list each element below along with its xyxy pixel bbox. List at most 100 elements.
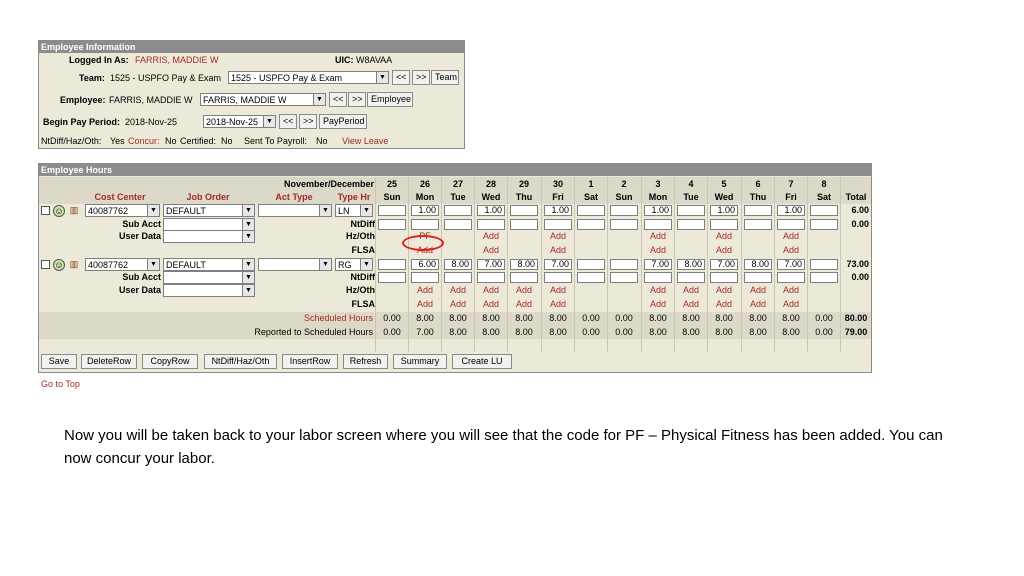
ntdiff-input[interactable]: [510, 219, 538, 230]
ntdiff-input[interactable]: [677, 219, 705, 230]
act-type-select[interactable]: ▼: [258, 204, 332, 217]
hzoth-add-link[interactable]: Add: [742, 284, 774, 297]
hzoth-add-link[interactable]: Add: [642, 230, 674, 243]
pay-period-select[interactable]: 2018-Nov-25 ▼: [203, 115, 276, 128]
ntdiff-input[interactable]: [544, 219, 572, 230]
hours-input[interactable]: 8.00: [510, 259, 538, 270]
hours-input[interactable]: [510, 205, 538, 216]
ntdiff-input[interactable]: [577, 219, 605, 230]
job-order-select[interactable]: DEFAULT ▼: [163, 258, 255, 271]
hours-input[interactable]: [610, 259, 638, 270]
hours-input[interactable]: 7.00: [777, 259, 805, 270]
flsa-add-link[interactable]: Add: [442, 298, 474, 311]
payperiod-button[interactable]: PayPeriod: [319, 114, 367, 129]
ntdiff-input[interactable]: [444, 219, 472, 230]
ntdiff-input[interactable]: [610, 272, 638, 283]
hours-input[interactable]: [378, 259, 406, 270]
hzoth-add-link[interactable]: Add: [708, 230, 740, 243]
flsa-add-link[interactable]: Add: [475, 298, 507, 311]
team-button[interactable]: Team: [431, 70, 459, 85]
flsa-add-link[interactable]: Add: [708, 244, 740, 257]
flsa-add-link[interactable]: Add: [742, 298, 774, 311]
team-prev-button[interactable]: <<: [392, 70, 410, 85]
flsa-add-link[interactable]: Add: [542, 244, 574, 257]
ntdiff-input[interactable]: [378, 272, 406, 283]
ntdiff-input[interactable]: [710, 219, 738, 230]
hzoth-add-link[interactable]: Add: [542, 230, 574, 243]
hours-input[interactable]: 1.00: [544, 205, 572, 216]
hzoth-add-link[interactable]: Add: [542, 284, 574, 297]
hours-input[interactable]: [744, 205, 772, 216]
user-data-icon[interactable]: ☺: [53, 205, 65, 217]
summary-button[interactable]: Summary: [393, 354, 447, 369]
pay-period-next-button[interactable]: >>: [299, 114, 317, 129]
pay-period-prev-button[interactable]: <<: [279, 114, 297, 129]
hours-input[interactable]: 1.00: [411, 205, 439, 216]
hzoth-add-link[interactable]: Add: [775, 284, 807, 297]
flsa-add-link[interactable]: Add: [775, 298, 807, 311]
team-select[interactable]: 1525 - USPFO Pay & Exam ▼: [228, 71, 389, 84]
flsa-add-link[interactable]: Add: [675, 298, 707, 311]
hours-input[interactable]: 8.00: [677, 259, 705, 270]
flsa-add-link[interactable]: Add: [775, 244, 807, 257]
type-hr-select[interactable]: RG ▼: [335, 258, 373, 271]
ntdiff-input[interactable]: [644, 272, 672, 283]
hzoth-add-link[interactable]: Add: [475, 230, 507, 243]
ntdiff-input[interactable]: [710, 272, 738, 283]
hzoth-add-link[interactable]: Add: [675, 284, 707, 297]
view-leave-link[interactable]: View Leave: [342, 135, 388, 147]
hours-input[interactable]: [577, 205, 605, 216]
flsa-add-link[interactable]: Add: [508, 298, 540, 311]
job-order-select[interactable]: DEFAULT ▼: [163, 204, 255, 217]
ntdiff-button[interactable]: NtDiff/Haz/Oth: [204, 354, 277, 369]
employee-next-button[interactable]: >>: [348, 92, 366, 107]
ntdiff-input[interactable]: [677, 272, 705, 283]
act-type-select[interactable]: ▼: [258, 258, 332, 271]
book-icon[interactable]: ▥: [69, 259, 79, 269]
ntdiff-input[interactable]: [644, 219, 672, 230]
hours-input[interactable]: 6.00: [411, 259, 439, 270]
hours-input[interactable]: 1.00: [644, 205, 672, 216]
hours-input[interactable]: [577, 259, 605, 270]
hours-input[interactable]: 8.00: [444, 259, 472, 270]
ntdiff-input[interactable]: [744, 272, 772, 283]
refresh-button[interactable]: Refresh: [343, 354, 388, 369]
ntdiff-input[interactable]: [777, 272, 805, 283]
ntdiff-input[interactable]: [477, 219, 505, 230]
type-hr-select[interactable]: LN ▼: [335, 204, 373, 217]
user-data-select[interactable]: ▼: [163, 284, 255, 297]
deleterow-button[interactable]: DeleteRow: [81, 354, 137, 369]
flsa-add-link[interactable]: Add: [708, 298, 740, 311]
hours-input[interactable]: 1.00: [710, 205, 738, 216]
hours-input[interactable]: 7.00: [644, 259, 672, 270]
hzoth-add-link[interactable]: Add: [409, 284, 441, 297]
team-next-button[interactable]: >>: [412, 70, 430, 85]
flsa-add-link[interactable]: Add: [642, 298, 674, 311]
ntdiff-input[interactable]: [577, 272, 605, 283]
flsa-add-link[interactable]: Add: [642, 244, 674, 257]
row-checkbox[interactable]: [41, 206, 50, 215]
ntdiff-input[interactable]: [744, 219, 772, 230]
ntdiff-input[interactable]: [510, 272, 538, 283]
hours-input[interactable]: 8.00: [744, 259, 772, 270]
insertrow-button[interactable]: InsertRow: [282, 354, 338, 369]
hzoth-add-link[interactable]: Add: [708, 284, 740, 297]
hours-input[interactable]: [378, 205, 406, 216]
ntdiff-input[interactable]: [411, 219, 439, 230]
copyrow-button[interactable]: CopyRow: [142, 354, 198, 369]
row-checkbox[interactable]: [41, 260, 50, 269]
cost-center-select[interactable]: 40087762 ▼: [85, 204, 160, 217]
hzoth-add-link[interactable]: Add: [775, 230, 807, 243]
hours-input[interactable]: 7.00: [544, 259, 572, 270]
cost-center-select[interactable]: 40087762 ▼: [85, 258, 160, 271]
createlu-button[interactable]: Create LU: [452, 354, 512, 369]
hours-input[interactable]: 1.00: [477, 205, 505, 216]
hours-input[interactable]: [444, 205, 472, 216]
ntdiff-input[interactable]: [777, 219, 805, 230]
hours-input[interactable]: 7.00: [710, 259, 738, 270]
ntdiff-input[interactable]: [378, 219, 406, 230]
save-button[interactable]: Save: [41, 354, 77, 369]
ntdiff-input[interactable]: [610, 219, 638, 230]
hours-input[interactable]: [677, 205, 705, 216]
hours-input[interactable]: [810, 205, 838, 216]
